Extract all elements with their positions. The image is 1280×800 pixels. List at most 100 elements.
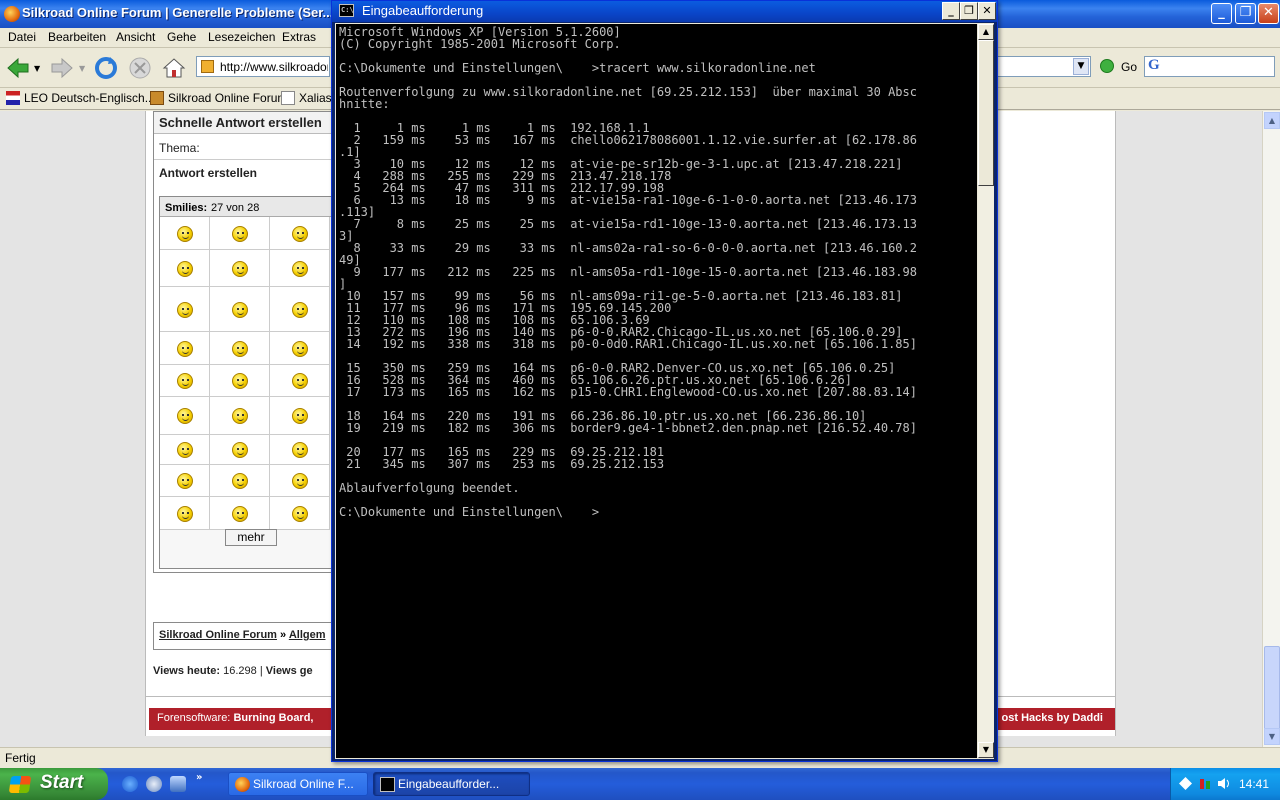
smiley-cell[interactable] — [160, 332, 210, 365]
smiley-cell[interactable] — [210, 250, 270, 287]
back-dropdown-icon[interactable]: ▼ — [34, 64, 40, 73]
scroll-down-arrow-icon[interactable]: ▼ — [1264, 728, 1280, 745]
go-arrow-icon[interactable] — [1100, 59, 1114, 73]
roll-eyes-smiley-icon — [177, 301, 193, 318]
cmd-vertical-scrollbar[interactable]: ▲ ▼ — [978, 24, 994, 758]
smiley-cell[interactable] — [210, 332, 270, 365]
url-bar[interactable]: http://www.silkroadonl — [196, 56, 330, 77]
smiley-cell[interactable] — [160, 465, 210, 497]
volume-icon[interactable] — [1217, 777, 1230, 790]
cmd-scroll-up-arrow-icon[interactable]: ▲ — [978, 24, 994, 40]
breadcrumb-next-link[interactable]: Allgem — [289, 629, 326, 641]
tongue-smiley-icon — [292, 505, 308, 522]
cmd-close-button[interactable]: ✕ — [978, 2, 996, 20]
smiley-cell[interactable] — [270, 287, 330, 332]
cmd-scroll-down-arrow-icon[interactable]: ▼ — [978, 742, 994, 758]
rolleyes-smiley-icon — [177, 408, 193, 424]
forward-dropdown-icon[interactable]: ▼ — [79, 64, 85, 73]
scroll-thumb[interactable] — [1264, 646, 1280, 732]
smiley-cell[interactable] — [210, 287, 270, 332]
reply-label: Antwort erstellen — [159, 166, 258, 180]
cmd-scroll-thumb[interactable] — [978, 40, 994, 186]
search-box[interactable]: G — [1144, 56, 1275, 77]
close-button[interactable]: ✕ — [1258, 3, 1279, 24]
smiley-cell[interactable] — [270, 435, 330, 465]
minimize-button[interactable]: _ — [1211, 3, 1232, 24]
smiley-cell[interactable] — [210, 497, 270, 530]
footer-prefix: Forensoftware: — [157, 712, 231, 724]
back-arrow-icon[interactable] — [4, 54, 32, 82]
menu-bearbeiten[interactable]: Bearbeiten — [48, 30, 106, 44]
site-favicon-icon — [201, 60, 214, 73]
internet-explorer-icon[interactable] — [122, 776, 138, 792]
quick-reply-box: Schnelle Antwort erstellen Thema: Antwor… — [153, 111, 353, 573]
bookmark-silkroad[interactable]: Silkroad Online Forum — [150, 91, 287, 105]
smile-smiley-icon — [177, 225, 193, 242]
neutral-smiley-icon — [292, 442, 308, 458]
system-tray: 14:41 — [1170, 768, 1280, 800]
bookmark-silkroad-label: Silkroad Online Forum — [168, 91, 288, 105]
go-button-label[interactable]: Go — [1121, 60, 1137, 74]
smiley-cell[interactable] — [160, 397, 210, 435]
more-smilies-button[interactable]: mehr — [225, 529, 277, 546]
smiley-cell[interactable] — [210, 435, 270, 465]
smiley-cell[interactable] — [160, 287, 210, 332]
url-dropdown-area[interactable]: ▼ — [997, 56, 1091, 77]
wink-smiley-icon — [232, 225, 248, 242]
show-desktop-icon[interactable] — [146, 776, 162, 792]
smiley-cell[interactable] — [210, 365, 270, 397]
tray-app-icon[interactable] — [1199, 777, 1212, 790]
page-icon — [281, 91, 295, 105]
menu-datei[interactable]: Datei — [8, 30, 36, 44]
smiley-cell[interactable] — [270, 217, 330, 250]
console-line: 19 219 ms 182 ms 306 ms border9.ge4-1-bb… — [339, 421, 917, 435]
breadcrumb-home-link[interactable]: Silkroad Online Forum — [159, 629, 277, 641]
smiley-cell[interactable] — [210, 465, 270, 497]
start-label: Start — [40, 772, 84, 793]
taskbar-item-cmd[interactable]: Eingabeaufforder... — [373, 772, 530, 796]
menu-gehe[interactable]: Gehe — [167, 30, 196, 44]
scroll-up-arrow-icon[interactable]: ▲ — [1264, 112, 1280, 129]
smiley-cell[interactable] — [270, 332, 330, 365]
smiley-cell[interactable] — [210, 397, 270, 435]
forward-arrow-icon[interactable] — [48, 54, 76, 82]
blush-smiley-icon — [177, 373, 193, 389]
footer-brand-link[interactable]: Burning Board, — [233, 712, 313, 724]
smiley-cell[interactable] — [270, 365, 330, 397]
console-output[interactable]: Microsoft Windows XP [Version 5.1.2600](… — [336, 24, 977, 758]
reload-icon[interactable] — [92, 54, 120, 82]
smilies-label: Smilies: — [165, 202, 208, 214]
smiley-cell[interactable] — [160, 497, 210, 530]
media-player-icon[interactable] — [170, 776, 186, 792]
home-icon[interactable] — [160, 54, 188, 82]
cmd-minimize-button[interactable]: _ — [942, 2, 960, 20]
network-diamond-icon[interactable] — [1179, 777, 1192, 790]
menu-ansicht[interactable]: Ansicht — [116, 30, 155, 44]
console-line: hnitte: — [339, 97, 390, 111]
url-dropdown-icon[interactable]: ▼ — [1073, 58, 1089, 75]
start-button[interactable]: Start — [0, 768, 108, 800]
menu-lesezeichen[interactable]: Lesezeichen — [208, 30, 275, 44]
footer-credits[interactable]: ost Hacks by Daddi — [1002, 712, 1103, 724]
smiley-cell[interactable] — [270, 397, 330, 435]
url-text: http://www.silkroadonl — [220, 60, 328, 74]
smiley-cell[interactable] — [270, 250, 330, 287]
bookmark-xalias[interactable]: Xalias — [281, 91, 332, 105]
clock[interactable]: 14:41 — [1239, 777, 1269, 791]
smiley-cell[interactable] — [160, 250, 210, 287]
quicklaunch-more-icon[interactable]: » — [196, 772, 202, 783]
menu-extras[interactable]: Extras — [282, 30, 316, 44]
cmd-title-bar[interactable]: C:\ Eingabeaufforderung _ ❐ ✕ — [332, 1, 997, 22]
cmd-maximize-button[interactable]: ❐ — [960, 2, 978, 20]
smiley-cell[interactable] — [160, 217, 210, 250]
smiley-cell[interactable] — [270, 497, 330, 530]
stop-icon[interactable] — [126, 54, 154, 82]
browser-vertical-scrollbar[interactable]: ▲ ▼ — [1262, 111, 1280, 747]
smiley-cell[interactable] — [160, 435, 210, 465]
smiley-cell[interactable] — [210, 217, 270, 250]
maximize-button[interactable]: ❐ — [1235, 3, 1256, 24]
smiley-cell[interactable] — [160, 365, 210, 397]
taskbar-item-firefox[interactable]: Silkroad Online F... — [228, 772, 368, 796]
bookmark-leo[interactable]: LEO Deutsch-Englisch... — [6, 91, 155, 105]
smiley-cell[interactable] — [270, 465, 330, 497]
